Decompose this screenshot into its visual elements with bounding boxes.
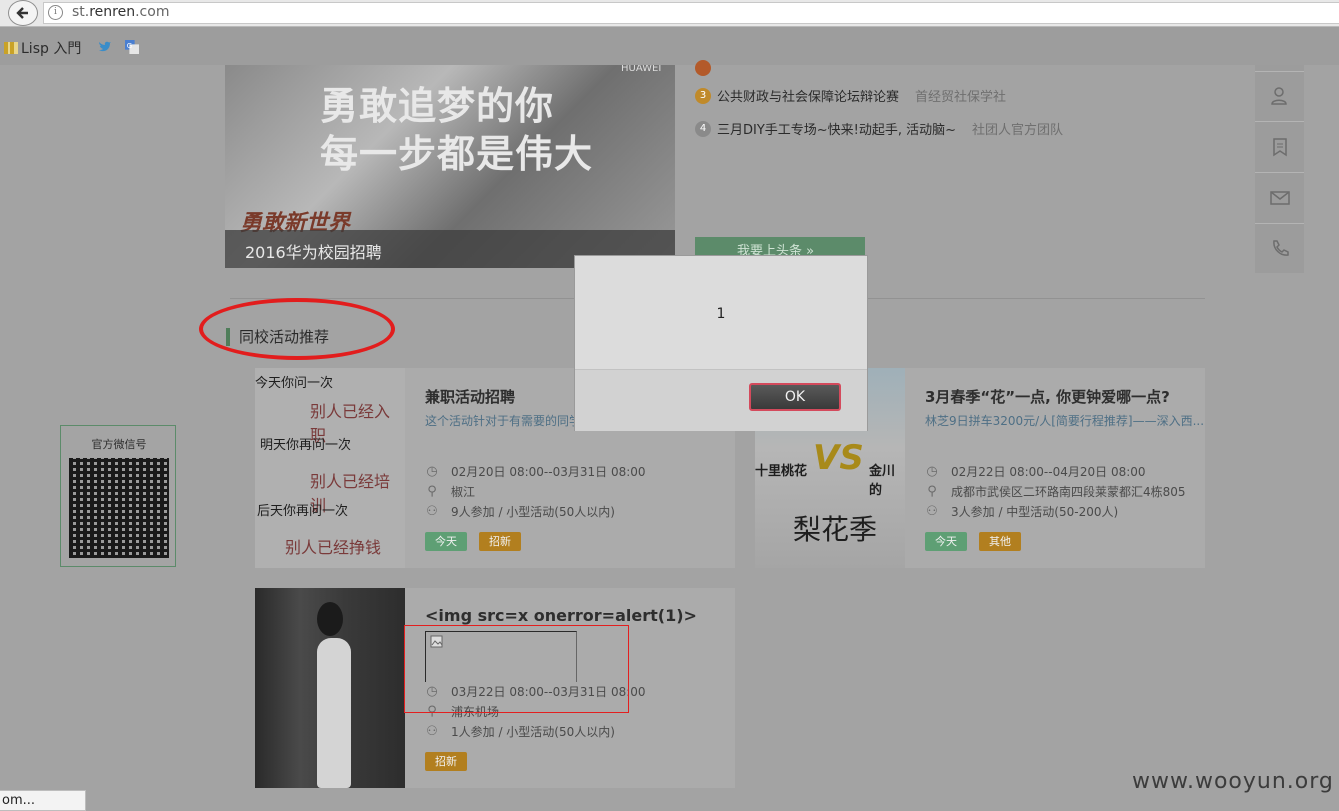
address-bar: i st.renren.com	[0, 0, 1339, 27]
activity-image: 今天你问一次 别人已经入职 明天你再问一次 别人已经培训 后天你再问一次 别人已…	[255, 368, 405, 568]
news-source: 社团人官方团队	[972, 123, 1064, 138]
clock-icon: ◷	[926, 463, 938, 479]
back-button[interactable]	[8, 0, 38, 26]
banner-headline-2: 每一步都是伟大	[320, 131, 594, 176]
participants-text: 9人参加 / 小型活动(50人以内)	[451, 505, 615, 519]
url-host: st.	[72, 4, 90, 20]
bookmark-list-icon	[1272, 138, 1287, 157]
red-highlight-circle	[199, 298, 395, 360]
activity-location: ⚲ 成都市武侯区二环路南四段莱蒙都汇4栋805	[925, 483, 1186, 500]
news-item[interactable]: 3 公共财政与社会保障论坛辩论赛 首经贸社保学社	[695, 86, 1006, 105]
activity-participants: ⚇ 3人参加 / 中型活动(50-200人)	[925, 503, 1118, 520]
sidebar-button[interactable]	[1255, 21, 1304, 72]
activity-time: ◷ 02月20日 08:00--03月31日 08:00	[425, 463, 646, 480]
activity-participants: ⚇ 9人参加 / 小型活动(50人以内)	[425, 503, 615, 520]
news-rank-badge: 4	[695, 120, 711, 137]
phone-icon	[1272, 240, 1289, 256]
sidebar-user-button[interactable]	[1255, 71, 1304, 122]
url-field[interactable]	[43, 2, 1339, 24]
image-text: 金川的	[869, 464, 896, 498]
banner-image[interactable]: HUAWEI 勇敢追梦的你 每一步都是伟大 勇敢新世界 2016华为校园招聘	[225, 65, 675, 268]
wechat-qr-panel: 官方微信号	[60, 425, 176, 567]
page-content: HUAWEI 勇敢追梦的你 每一步都是伟大 勇敢新世界 2016华为校园招聘 3…	[0, 60, 1339, 811]
tag-category[interactable]: 招新	[425, 752, 467, 771]
location-text: 成都市武侯区二环路南四段莱蒙都汇4栋805	[951, 485, 1186, 499]
activity-location: ⚲ 椒江	[425, 483, 475, 500]
user-icon	[1270, 87, 1287, 105]
twitter-icon[interactable]	[98, 40, 112, 54]
news-rank-badge	[695, 60, 711, 76]
site-info-icon[interactable]: i	[48, 5, 63, 20]
ok-button[interactable]: OK	[749, 383, 841, 411]
participants-text: 1人参加 / 小型活动(50人以内)	[451, 725, 615, 739]
participants-text: 3人参加 / 中型活动(50-200人)	[951, 505, 1119, 519]
google-translate-icon[interactable]: G	[125, 40, 139, 54]
tag-category[interactable]: 其他	[979, 532, 1021, 551]
activity-time: ◷ 02月22日 08:00--04月20日 08:00	[925, 463, 1146, 480]
banner-headline-1: 勇敢追梦的你	[320, 83, 555, 128]
people-icon: ⚇	[426, 503, 438, 519]
url-tld: .com	[135, 4, 170, 20]
tag-category[interactable]: 招新	[479, 532, 521, 551]
image-text: 明天你再问一次	[260, 438, 352, 453]
image-text: 别人已经挣钱	[285, 538, 382, 557]
location-pin-icon: ⚲	[927, 483, 937, 499]
news-title: 公共财政与社会保障论坛辩论赛	[717, 90, 900, 105]
watermark: www.wooyun.org	[1132, 769, 1334, 794]
location-text: 椒江	[451, 485, 476, 499]
activity-title[interactable]: 3月春季“花”一点, 你更钟爱哪一点?	[925, 386, 1170, 407]
image-text: 十里桃花	[755, 464, 808, 479]
news-title: 三月DIY手工专场~快来!动起手, 活动脑~	[717, 123, 957, 138]
time-text: 02月20日 08:00--03月31日 08:00	[451, 465, 646, 479]
status-bar: om...	[0, 790, 86, 811]
activity-title-xss-payload[interactable]: <img src=x onerror=alert(1)>	[425, 606, 697, 625]
image-text: 今天你问一次	[255, 376, 334, 391]
back-arrow-icon	[16, 7, 28, 19]
huawei-logo: HUAWEI	[621, 65, 662, 74]
activity-title[interactable]: 兼职活动招聘	[425, 386, 515, 407]
activity-description: 林芝9日拼车3200元/人[简要行程推荐]——深入西...	[925, 414, 1205, 428]
image-text: 梨花季	[793, 513, 878, 546]
mail-icon	[1269, 191, 1290, 205]
news-source: 首经贸社保学社	[915, 90, 1007, 105]
news-item[interactable]: 4 三月DIY手工专场~快来!动起手, 活动脑~ 社团人官方团队	[695, 119, 1063, 138]
location-pin-icon: ⚲	[427, 483, 437, 499]
tag-today[interactable]: 今天	[925, 532, 967, 551]
bookmark-lisp[interactable]: Lisp 入門	[4, 38, 81, 58]
url-text[interactable]: st.renren.com	[72, 4, 169, 20]
url-domain: renren	[89, 4, 136, 20]
news-item-partial[interactable]	[695, 60, 717, 76]
banner-caption: 2016华为校园招聘	[245, 243, 382, 262]
bookmarks-bar: Lisp 入門 G	[0, 27, 1339, 65]
right-sidebar	[1255, 65, 1304, 273]
people-icon: ⚇	[426, 723, 438, 739]
red-highlight-box	[404, 625, 629, 713]
book-icon	[4, 42, 18, 54]
activity-participants: ⚇ 1人参加 / 小型活动(50人以内)	[425, 723, 615, 740]
clock-icon: ◷	[426, 463, 438, 479]
people-icon: ⚇	[926, 503, 938, 519]
alert-dialog: 1 OK	[574, 255, 868, 431]
qr-title: 官方微信号	[91, 438, 147, 451]
person-figure	[317, 638, 351, 788]
activity-photo	[255, 588, 405, 788]
alert-footer: OK	[575, 369, 867, 431]
qr-code-image	[69, 458, 169, 558]
svg-text:G: G	[127, 42, 132, 50]
sidebar-mail-button[interactable]	[1255, 173, 1304, 224]
person-head	[317, 602, 343, 636]
time-text: 02月22日 08:00--04月20日 08:00	[951, 465, 1146, 479]
sidebar-phone-button[interactable]	[1255, 224, 1304, 274]
image-text: VS	[813, 438, 864, 478]
image-text: 后天你再问一次	[257, 504, 349, 519]
alert-message: 1	[716, 306, 726, 322]
news-rank-badge: 3	[695, 87, 711, 104]
sidebar-notes-button[interactable]	[1255, 122, 1304, 173]
tag-today[interactable]: 今天	[425, 532, 467, 551]
bookmark-label: Lisp 入門	[21, 41, 82, 57]
